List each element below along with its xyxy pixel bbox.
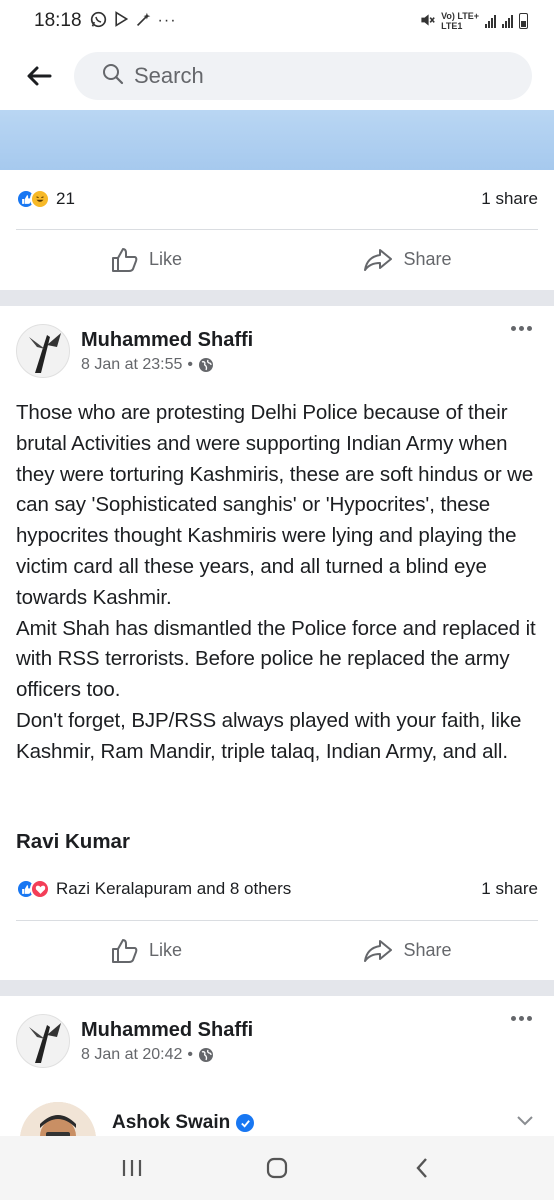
whatsapp-icon (90, 11, 107, 32)
shared-post-header: Ashok Swain (16, 1100, 538, 1136)
search-input[interactable] (134, 63, 434, 89)
haha-reaction-icon (30, 189, 50, 209)
post-timestamp[interactable]: 8 Jan at 20:42 (81, 1046, 182, 1064)
status-system-icons: Vo) LTE+ LTE1 (419, 11, 528, 31)
network-label-bottom: LTE1 (441, 21, 463, 31)
recent-apps-button[interactable] (102, 1148, 162, 1188)
share-icon (364, 248, 393, 271)
love-reaction-icon (30, 879, 50, 899)
network-label-top: Vo) LTE+ (441, 11, 479, 21)
signal-icon (485, 14, 496, 28)
reaction-icons (16, 879, 50, 899)
post-header: Muhammed Shaffi 8 Jan at 20:42 • (16, 1006, 538, 1076)
link-preview-banner[interactable] (0, 110, 554, 170)
mute-icon (419, 12, 435, 31)
share-button[interactable]: Share (277, 248, 538, 272)
share-label: Share (403, 249, 452, 269)
like-button[interactable]: Like (16, 938, 277, 964)
shared-author-label: Ashok Swain (112, 1112, 231, 1133)
status-time: 18:18 (34, 10, 82, 31)
back-button[interactable] (22, 59, 56, 93)
post-paragraph: Don't forget, BJP/RSS always played with… (16, 708, 522, 763)
status-notification-icons: ··· (90, 11, 177, 32)
magic-wand-icon (135, 11, 152, 32)
back-arrow-icon (27, 66, 52, 86)
post-options-button[interactable] (505, 320, 538, 337)
meta-separator: • (187, 1045, 194, 1063)
globe-icon (199, 357, 214, 372)
system-nav-bar (0, 1136, 554, 1200)
globe-icon (199, 1047, 214, 1062)
author-name[interactable]: Muhammed Shaffi (81, 1019, 253, 1042)
post-meta: 8 Jan at 23:55 • (81, 356, 253, 374)
post-actions: Like Share (16, 229, 538, 289)
reactions-summary[interactable]: 21 1 share (0, 170, 554, 228)
search-icon (102, 63, 124, 90)
share-count[interactable]: 1 share (481, 189, 538, 209)
post-divider (0, 980, 554, 996)
post-signature: Ravi Kumar (16, 830, 130, 853)
nav-back-button[interactable] (392, 1148, 452, 1188)
verified-icon (236, 1114, 255, 1132)
home-button[interactable] (247, 1148, 307, 1188)
like-label: Like (148, 249, 183, 269)
search-header (0, 42, 554, 110)
share-icon (364, 939, 393, 962)
reaction-icons (16, 189, 50, 209)
reaction-count: 21 (56, 189, 75, 208)
post-timestamp[interactable]: 8 Jan at 23:55 (81, 356, 182, 374)
post-header: Muhammed Shaffi 8 Jan at 23:55 • (16, 316, 538, 386)
meta-separator: • (187, 355, 194, 373)
like-icon (111, 938, 138, 963)
author-name[interactable]: Muhammed Shaffi (81, 329, 253, 352)
avatar[interactable] (16, 324, 70, 378)
more-dots-icon: ··· (157, 12, 177, 29)
like-button[interactable]: Like (16, 247, 277, 273)
play-store-icon (113, 11, 129, 31)
recent-apps-icon (123, 1160, 142, 1176)
avatar[interactable] (16, 1014, 70, 1068)
home-icon (266, 1157, 288, 1179)
reactions-summary[interactable]: Razi Keralapuram and 8 others 1 share (0, 860, 554, 918)
shared-author-name[interactable]: Ashok Swain (112, 1112, 255, 1134)
post-divider (0, 290, 554, 306)
post-actions: Like Share (16, 920, 538, 980)
battery-icon (519, 13, 528, 29)
post-options-button[interactable] (505, 1010, 538, 1027)
post-body: Those who are protesting Delhi Police be… (16, 398, 538, 768)
like-icon (111, 247, 138, 272)
like-label: Like (148, 940, 183, 960)
network-type: Vo) LTE+ LTE1 (441, 11, 479, 31)
share-label: Share (403, 940, 452, 960)
nav-back-icon (416, 1158, 427, 1178)
signal-icon (502, 14, 513, 28)
status-bar: 18:18 ··· Vo) LTE+ LTE1 (0, 0, 554, 42)
reactions-text: Razi Keralapuram and 8 others (56, 879, 292, 898)
post-meta: 8 Jan at 20:42 • (81, 1046, 253, 1064)
share-button[interactable]: Share (277, 939, 538, 963)
shared-author-avatar[interactable] (20, 1102, 96, 1136)
share-count[interactable]: 1 share (481, 879, 538, 899)
post-paragraph: Amit Shah has dismantled the Police forc… (16, 616, 536, 702)
post-paragraph: Those who are protesting Delhi Police be… (16, 401, 534, 609)
search-box[interactable] (74, 52, 532, 100)
chevron-down-icon[interactable] (516, 1114, 534, 1132)
